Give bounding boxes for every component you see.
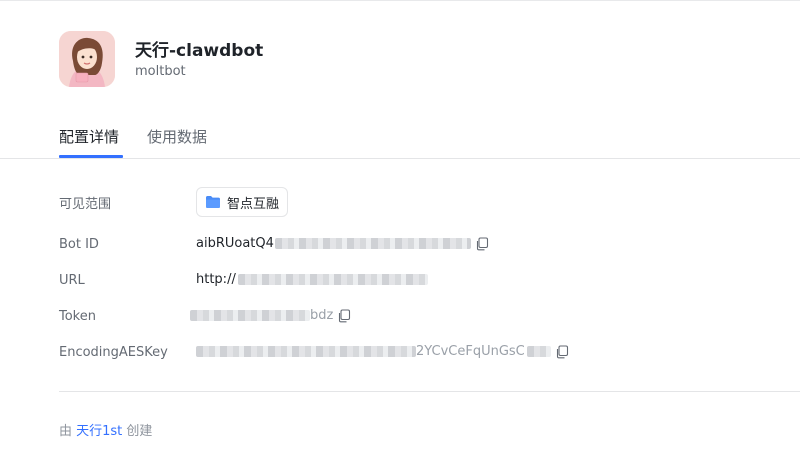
scope-value: 智点互融 [227, 196, 280, 212]
token-visible-tail: bdz [310, 308, 334, 323]
token-value: bdz [190, 308, 351, 323]
bot-avatar [59, 31, 115, 87]
encoding-aes-key-visible-tail: 2YCvCeFqUnGsC [416, 344, 525, 359]
top-divider [0, 0, 800, 1]
encoding-aes-key-label: EncodingAESKey [59, 345, 168, 360]
scope-chip[interactable]: 智点互融 [196, 187, 289, 217]
copy-icon[interactable] [555, 344, 569, 359]
bot-id-visible-part: aibRUoatQ4 [196, 236, 274, 251]
tab-config-details[interactable]: 配置详情 [59, 126, 123, 158]
creator-link[interactable]: 天行1st [76, 424, 122, 439]
bot-id-masked-part [274, 238, 471, 249]
creator-prefix: 由 [59, 424, 77, 439]
tab-usage-data[interactable]: 使用数据 [147, 126, 207, 158]
token-masked-part [190, 310, 310, 321]
copy-icon[interactable] [337, 308, 351, 323]
url-masked-part [237, 274, 428, 285]
scope-label: 可见范围 [59, 197, 112, 212]
bot-name: 天行-clawdbot [135, 41, 264, 61]
tab-usage-data-label: 使用数据 [147, 128, 208, 146]
creator-line: 由 天行1st 创建 [59, 420, 152, 439]
url-visible-part: http:// [196, 272, 236, 287]
encoding-aes-key-masked-end [526, 346, 551, 357]
creator-suffix: 创建 [122, 424, 153, 439]
bot-id-value: aibRUoatQ4 [196, 236, 489, 251]
copy-icon[interactable] [475, 236, 489, 251]
bot-id-label: Bot ID [59, 237, 99, 252]
encoding-aes-key-masked-part [196, 346, 416, 357]
folder-icon [206, 196, 220, 208]
tab-config-details-label: 配置详情 [59, 128, 120, 146]
tabs-divider [0, 158, 800, 159]
url-label: URL [59, 273, 85, 288]
token-label: Token [59, 309, 96, 324]
url-value: http:// [196, 272, 428, 287]
encoding-aes-key-value: 2YCvCeFqUnGsC [196, 344, 569, 359]
footer-divider [59, 391, 800, 392]
bot-subtitle: moltbot [135, 64, 186, 79]
